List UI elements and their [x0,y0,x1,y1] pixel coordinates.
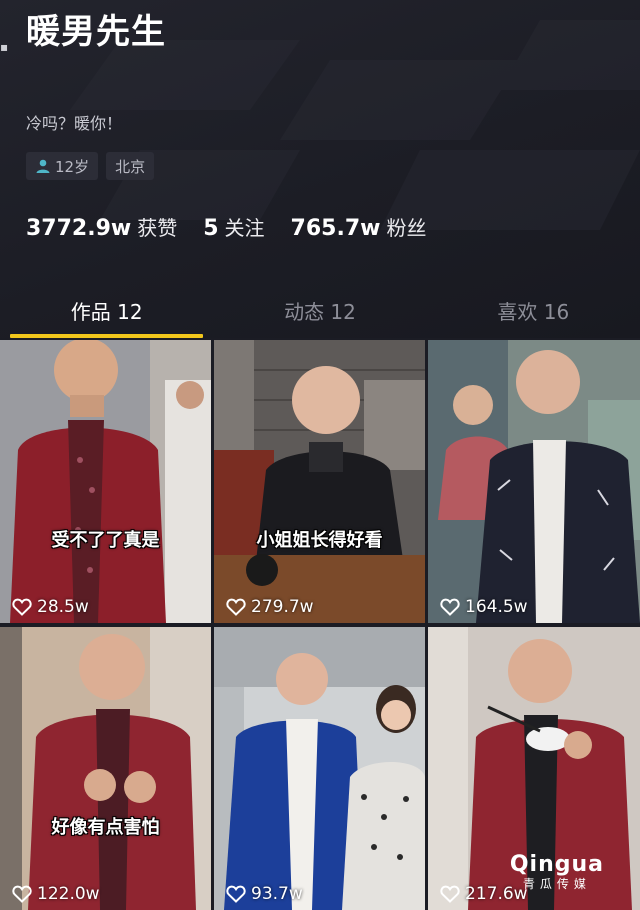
heart-outline-icon [440,598,460,616]
video-likes-count: 93.7w [251,884,303,904]
video-5-image [214,627,425,910]
followers-count: 765.7w [290,216,381,241]
video-likes: 279.7w [226,597,314,617]
video-likes-count: 279.7w [251,597,314,617]
person-icon [35,158,51,174]
following-count: 5 [203,216,219,241]
heart-outline-icon [12,598,32,616]
video-likes: 122.0w [12,884,100,904]
profile-tags: 12岁 北京 [26,152,155,180]
watermark-sub: 青瓜传媒 [522,877,591,891]
tab-works[interactable]: 作品 12 [0,286,213,338]
video-likes-count: 164.5w [465,597,528,617]
followers-label: 粉丝 [386,216,427,240]
heart-outline-icon [226,885,246,903]
video-thumbnail[interactable]: 164.5w [428,340,640,623]
video-thumbnail[interactable]: 93.7w [214,627,425,910]
video-caption: 小姐姐长得好看 [256,530,383,551]
video-grid: 受不了了真是 28.5w 小姐姐长得好看 279.7w 164.5w 好像有点害… [0,340,640,910]
profile-header: ▪ 暖男先生 冷吗？暖你！ 12岁 北京 3772.9w 获赞 5 关注 765… [0,0,640,338]
location-label: 北京 [115,157,146,176]
likes-stat: 3772.9w 获赞 [26,212,177,241]
profile-stats: 3772.9w 获赞 5 关注 765.7w 粉丝 [26,212,426,241]
video-thumbnail[interactable]: 受不了了真是 28.5w [0,340,211,623]
video-1-image [0,340,211,623]
video-likes-count: 122.0w [37,884,100,904]
heart-outline-icon [440,885,460,903]
video-thumbnail[interactable]: 小姐姐长得好看 279.7w [214,340,425,623]
video-thumbnail[interactable]: 217.6w Qingua 青瓜传媒 [428,627,640,910]
video-3-image [428,340,640,623]
edge-mark-icon: ▪ [0,40,9,54]
heart-outline-icon [12,885,32,903]
age-tag: 12岁 [26,152,99,180]
video-4-image [0,627,211,910]
video-likes: 28.5w [12,597,89,617]
likes-count: 3772.9w [26,216,132,241]
video-likes: 93.7w [226,884,303,904]
video-2-image [214,340,425,623]
watermark-logo: Qingua 青瓜传媒 [510,852,604,892]
video-likes-count: 28.5w [37,597,89,617]
heart-outline-icon [226,598,246,616]
age-label: 12岁 [55,157,90,176]
video-likes: 164.5w [440,597,528,617]
profile-bio: 冷吗？暖你！ [26,114,123,133]
tab-activity[interactable]: 动态 12 [213,286,426,338]
likes-label: 获赞 [137,216,178,240]
video-thumbnail[interactable]: 好像有点害怕 122.0w [0,627,211,910]
profile-name: 暖男先生 [26,12,166,52]
video-caption: 好像有点害怕 [51,817,160,838]
profile-tabs: 作品 12 动态 12 喜欢 16 [0,286,640,338]
following-label: 关注 [224,216,265,240]
followers-stat[interactable]: 765.7w 粉丝 [291,212,427,241]
tab-liked[interactable]: 喜欢 16 [427,286,640,338]
video-caption: 受不了了真是 [51,530,160,551]
following-stat[interactable]: 5 关注 [203,212,264,241]
watermark-main: Qingua [509,852,604,877]
location-tag: 北京 [106,152,155,180]
